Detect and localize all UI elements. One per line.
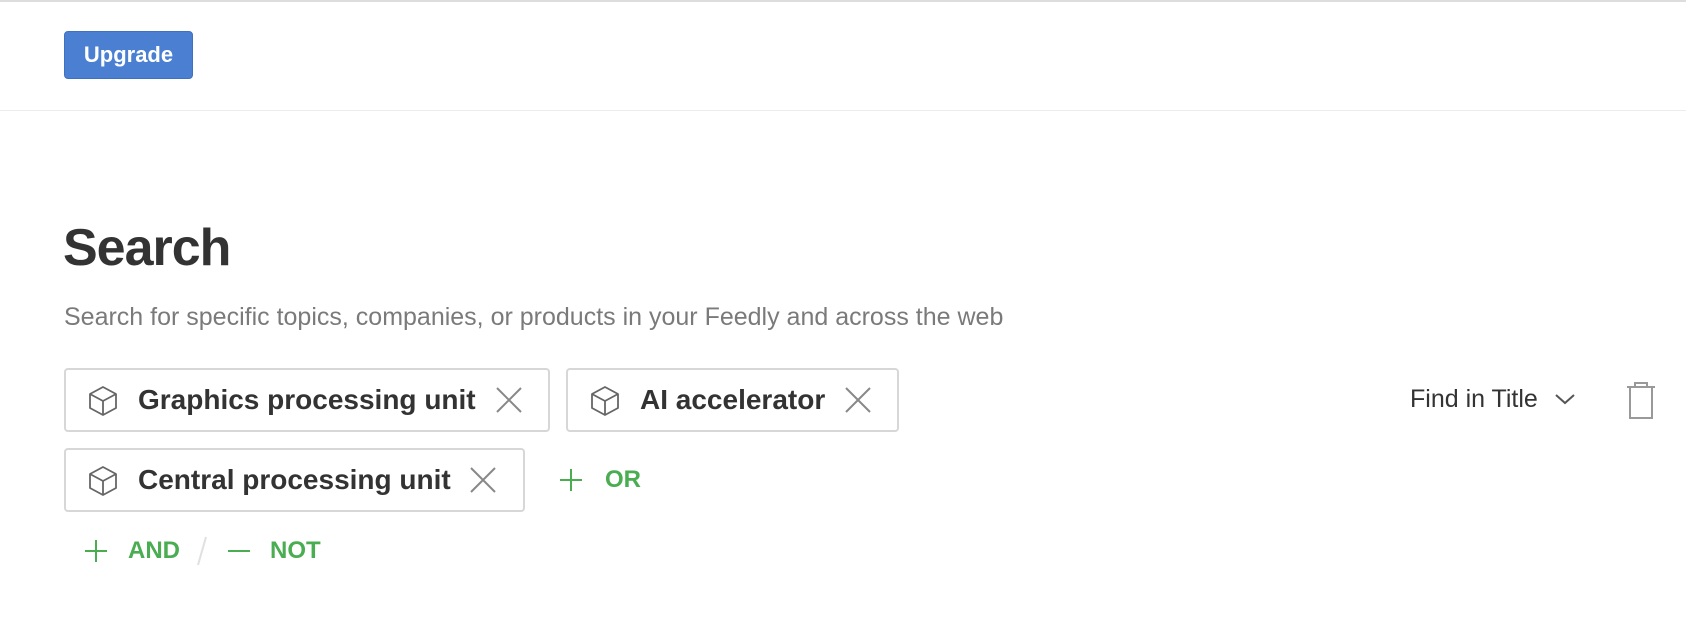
close-icon[interactable] <box>495 386 523 414</box>
trash-icon[interactable] <box>1624 382 1658 420</box>
plus-icon <box>85 540 107 562</box>
search-term-chip[interactable]: Central processing unit <box>64 448 525 512</box>
search-term-label: Central processing unit <box>138 464 451 495</box>
search-term-chip[interactable]: Graphics processing unit <box>64 368 550 432</box>
add-not-label: NOT <box>270 537 321 564</box>
close-icon[interactable] <box>844 386 872 414</box>
plus-icon <box>560 469 582 491</box>
page-title: Search <box>63 219 231 277</box>
search-scope-dropdown[interactable]: Find in Title <box>1410 379 1580 419</box>
cube-icon <box>591 386 619 416</box>
add-not-button[interactable]: NOT <box>228 531 324 571</box>
chevron-down-icon <box>1555 394 1575 405</box>
upgrade-button[interactable]: Upgrade <box>64 31 193 79</box>
minus-icon <box>228 550 250 552</box>
close-icon[interactable] <box>469 466 497 494</box>
search-term-label: Graphics processing unit <box>138 384 476 415</box>
cube-icon <box>89 466 117 496</box>
separator-slash <box>197 536 207 566</box>
add-or-label: OR <box>605 466 641 493</box>
add-and-button[interactable]: AND <box>85 531 181 571</box>
search-term-chip[interactable]: AI accelerator <box>566 368 899 432</box>
top-bar: Upgrade <box>0 2 1686 111</box>
page-subtitle: Search for specific topics, companies, o… <box>64 303 1004 331</box>
add-and-label: AND <box>128 537 180 564</box>
add-or-button[interactable]: OR <box>560 460 646 500</box>
cube-icon <box>89 386 117 416</box>
search-term-label: AI accelerator <box>640 384 826 415</box>
search-scope-label: Find in Title <box>1410 385 1538 413</box>
